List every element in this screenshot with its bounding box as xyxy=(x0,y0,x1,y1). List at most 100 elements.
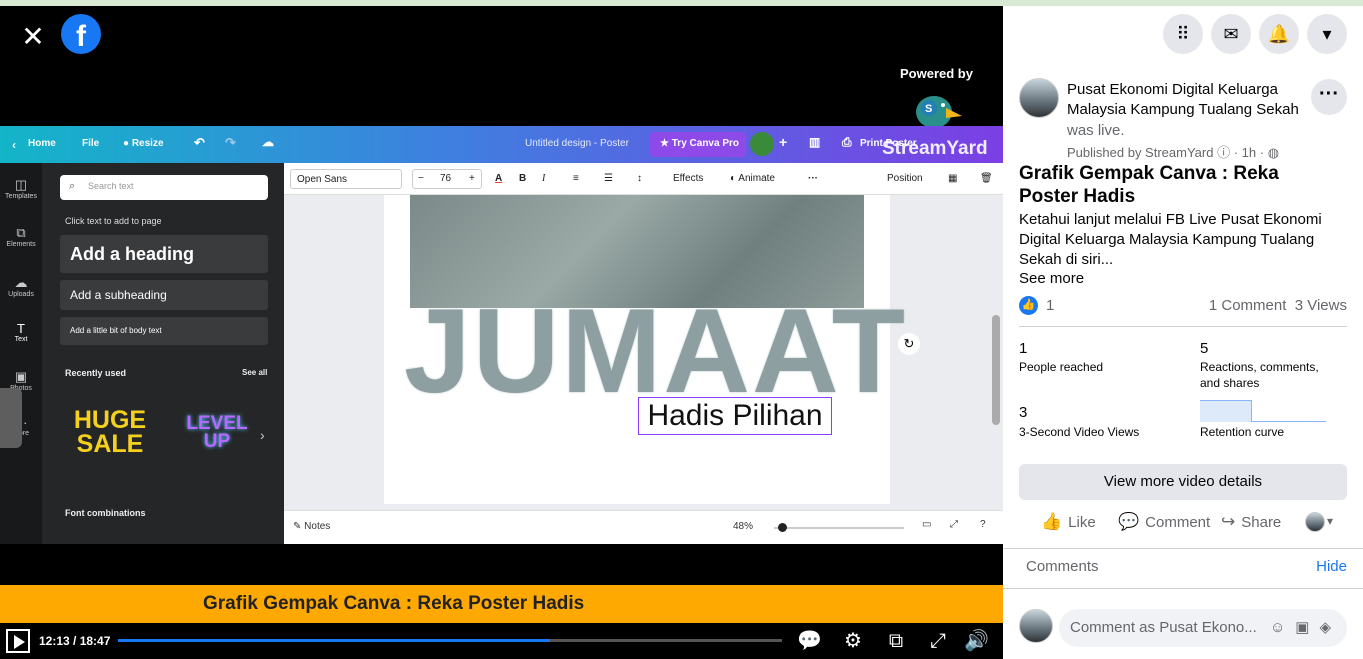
hide-comments-link[interactable]: Hide xyxy=(1316,558,1347,575)
sticker-icon[interactable]: ◈ xyxy=(1319,619,1341,636)
spacing-icon[interactable]: ↕ xyxy=(637,173,642,184)
bold-icon[interactable]: B xyxy=(519,173,526,184)
search-text-input[interactable]: Search text xyxy=(60,175,268,200)
canva-top-bar: ‹ Home File ● Resize ↶ ↷ ☁ Untitled desi… xyxy=(0,126,1003,163)
page-avatar[interactable] xyxy=(1019,78,1059,118)
info-icon[interactable]: ⓘ xyxy=(1217,145,1230,160)
camera-icon[interactable]: ▣ xyxy=(1295,619,1319,636)
menu-grid-icon[interactable]: ⠿ xyxy=(1163,14,1203,54)
trash-icon[interactable]: 🗑 xyxy=(980,173,993,184)
rotate-refresh-icon[interactable]: ↻ xyxy=(898,333,920,355)
fullscreen-icon[interactable]: ⤢ xyxy=(926,629,950,653)
facebook-logo-icon[interactable]: f xyxy=(61,14,101,54)
chevron-right-icon[interactable]: › xyxy=(260,427,265,443)
streamyard-side-handle[interactable] xyxy=(0,388,22,448)
cloud-save-icon[interactable]: ☁ xyxy=(262,135,274,149)
file-menu[interactable]: File xyxy=(82,138,99,149)
notes-label: Notes xyxy=(304,521,331,532)
nav-uploads[interactable]: ☁ Uploads xyxy=(0,275,42,298)
undo-icon[interactable]: ↶ xyxy=(194,135,205,151)
stat-value: 5 xyxy=(1200,340,1209,357)
zoom-slider[interactable] xyxy=(774,527,904,529)
comment-placeholder: Comment as Pusat Ekono... xyxy=(1070,619,1257,636)
close-icon[interactable]: ✕ xyxy=(20,23,46,51)
resize-menu[interactable]: ● Resize xyxy=(123,138,164,149)
notifications-bell-icon[interactable]: 🔔 xyxy=(1259,14,1299,54)
home-menu[interactable]: Home xyxy=(28,138,56,149)
comment-input[interactable]: Comment as Pusat Ekono... ☺▣◈ xyxy=(1059,609,1347,647)
messenger-icon[interactable]: ✉ xyxy=(1211,14,1251,54)
progress-bar[interactable] xyxy=(118,639,782,642)
stat-value: 1 xyxy=(1019,340,1028,357)
fullscreen-canva-icon[interactable]: ⤢ xyxy=(950,519,958,530)
effects-button[interactable]: Effects xyxy=(673,173,703,184)
nav-templates[interactable]: ◫ Templates xyxy=(0,177,42,200)
help-icon[interactable]: ? xyxy=(980,519,986,530)
account-chevron-down-icon[interactable]: ▾ xyxy=(1307,14,1347,54)
nav-elements[interactable]: ⧉ Elements xyxy=(0,225,42,248)
zoom-slider-thumb[interactable] xyxy=(778,523,787,532)
divider xyxy=(1019,326,1347,327)
react-as-chevron-down-icon[interactable]: ▾ xyxy=(1327,514,1333,528)
font-combinations-label: Font combinations xyxy=(65,508,146,518)
add-heading-button[interactable]: Add a heading xyxy=(60,235,268,273)
like-reaction-icon[interactable]: 👍 xyxy=(1019,296,1038,315)
canva-avatar[interactable] xyxy=(750,132,774,156)
view-more-details-button[interactable]: View more video details xyxy=(1019,464,1347,500)
add-body-text-button[interactable]: Add a little bit of body text xyxy=(60,317,268,345)
decrease-size-icon[interactable]: − xyxy=(418,173,424,184)
picture-in-picture-icon[interactable]: ⧉ xyxy=(884,629,908,653)
canva-editor-toolbar: Open Sans − 76 + A B I ≡ ☰ ↕ Effects ◐ A… xyxy=(284,163,1003,195)
volume-icon[interactable]: 🔊 xyxy=(964,629,989,653)
print-icon[interactable]: ⎙ xyxy=(842,135,852,150)
nav-text[interactable]: T Text xyxy=(0,321,42,343)
page-view-icon[interactable]: ▭ xyxy=(922,519,931,530)
search-icon: ⌕ xyxy=(69,180,76,192)
page-name-link[interactable]: Pusat Ekonomi Digital Keluarga Malaysia … xyxy=(1067,80,1307,120)
comment-count-link[interactable]: 1 Comment xyxy=(1209,297,1287,314)
see-more-link[interactable]: See more xyxy=(1019,270,1084,287)
more-options-icon[interactable]: ··· xyxy=(808,173,818,184)
huge-sale-thumbnail[interactable]: HUGE SALE xyxy=(70,408,150,460)
poster-text-box[interactable]: Hadis Pilihan xyxy=(638,397,832,435)
document-title[interactable]: Untitled design - Poster xyxy=(525,138,629,149)
analytics-icon[interactable]: ▥ xyxy=(809,135,820,149)
streamyard-logo-icon: S xyxy=(916,96,962,128)
react-as-avatar[interactable] xyxy=(1305,512,1325,532)
see-all-link[interactable]: See all xyxy=(242,368,267,377)
notes-button[interactable]: ✎ Notes xyxy=(293,521,330,532)
back-chevron-icon[interactable]: ‹ xyxy=(12,138,16,152)
timestamp[interactable]: · 1h · xyxy=(1234,145,1264,160)
level-up-thumbnail[interactable]: LEVEL UP xyxy=(185,414,249,457)
recently-used-label: Recently used xyxy=(65,368,127,378)
comment-button[interactable]: 💬 Comment xyxy=(1118,512,1210,532)
italic-icon[interactable]: I xyxy=(542,173,545,184)
poster-page[interactable]: JUMAAT Hadis Pilihan xyxy=(384,195,905,504)
canvas-scrollbar[interactable] xyxy=(992,315,1000,425)
play-icon[interactable] xyxy=(6,629,30,653)
list-icon[interactable]: ☰ xyxy=(604,173,613,184)
post-more-options-icon[interactable]: ··· xyxy=(1311,79,1347,115)
redo-icon[interactable]: ↷ xyxy=(225,135,236,151)
share-button[interactable]: ↪ Share xyxy=(1221,512,1281,532)
poster-heading[interactable]: JUMAAT xyxy=(404,291,905,411)
like-button[interactable]: 👍 Like xyxy=(1041,512,1096,532)
reaction-count[interactable]: 1 xyxy=(1046,297,1054,314)
video-player[interactable]: ✕ f Powered by S ‹ Home File ● Resize ↶ … xyxy=(0,6,1003,659)
emoji-icon[interactable]: ☺ xyxy=(1270,619,1295,636)
animate-button[interactable]: ◐ Animate xyxy=(730,173,775,184)
was-live-label: was live. xyxy=(1067,122,1125,139)
text-color-icon[interactable]: A xyxy=(495,173,502,184)
increase-size-icon[interactable]: + xyxy=(469,173,475,184)
transparency-icon[interactable]: ▦ xyxy=(948,173,957,184)
font-select[interactable]: Open Sans xyxy=(290,169,402,189)
align-icon[interactable]: ≡ xyxy=(573,173,579,184)
font-size-value[interactable]: 76 xyxy=(440,173,451,184)
commenter-avatar[interactable] xyxy=(1019,609,1053,643)
add-subheading-button[interactable]: Add a subheading xyxy=(60,280,268,310)
comment-tools: ☺▣◈ xyxy=(1270,609,1341,647)
captions-icon[interactable]: 💬 xyxy=(797,629,822,653)
position-button[interactable]: Position xyxy=(887,173,923,184)
add-member-icon[interactable]: + xyxy=(779,134,787,150)
settings-gear-icon[interactable]: ⚙ xyxy=(841,629,865,653)
